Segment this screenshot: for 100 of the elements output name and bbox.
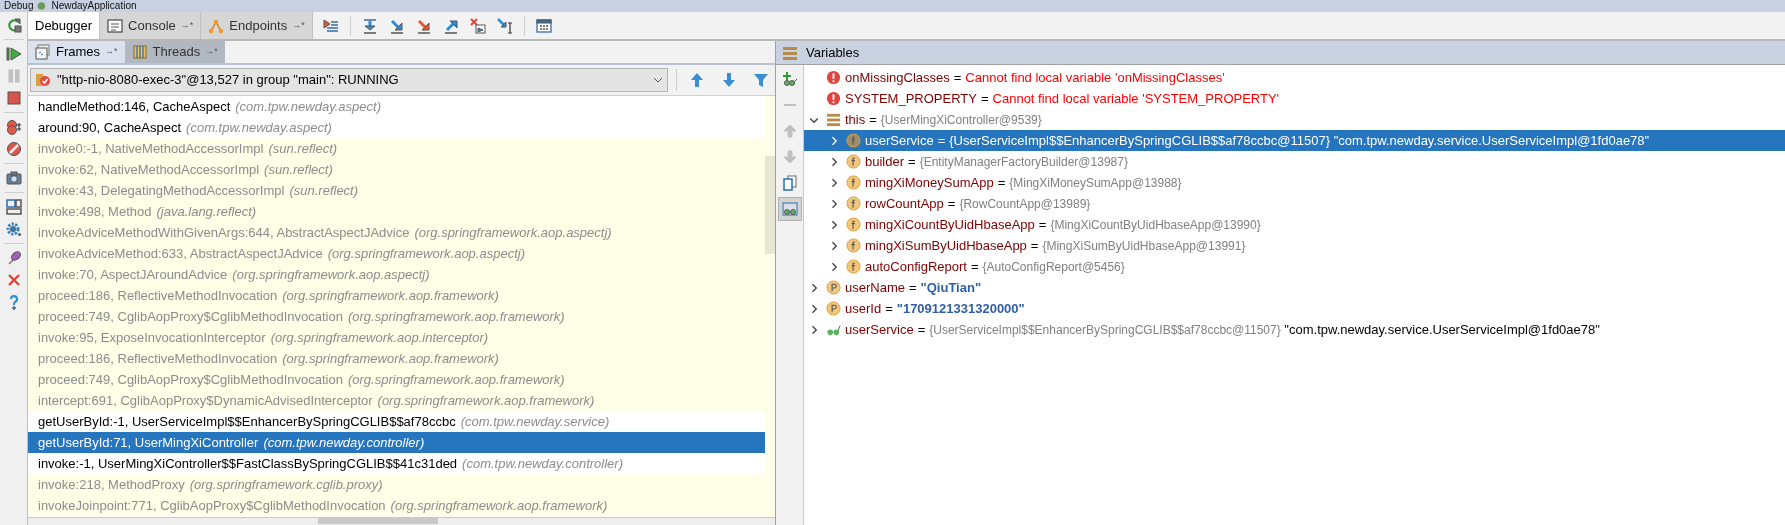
breakpoints-icon[interactable]	[5, 119, 22, 135]
frame-package: (com.tpw.newday.controller)	[263, 433, 425, 452]
variable-text: autoConfigReport = {AutoConfigReport@5456}	[865, 257, 1125, 276]
tab[interactable]: Console →*	[100, 12, 202, 39]
frame-package: (org.springframework.aop.framework)	[282, 286, 499, 305]
frame-method: invoke:70, AspectJAroundAdvice	[38, 265, 228, 284]
settings-icon[interactable]	[5, 221, 22, 237]
window-title: NewdayApplication	[51, 0, 137, 12]
add-watch-icon[interactable]	[781, 71, 798, 87]
parameter-icon	[826, 280, 841, 295]
frame-package: (org.springframework.aop.framework)	[282, 349, 499, 368]
camera-icon[interactable]	[5, 170, 22, 186]
variable-row[interactable]: userId = "1709121331320000"	[804, 298, 1785, 319]
frame-method: around:90, CacheAspect	[38, 118, 182, 137]
panel-title: Variables	[806, 43, 860, 62]
variable-text: userService = {UserServiceImpl$$EnhancerBySpringCGLIB$$af78ccbc@11507} "com.tpw.newday.service.UserServiceImpl@1fd0ae78"	[845, 320, 1600, 339]
frame-package: (sun.reflect)	[289, 181, 359, 200]
frame-package: (org.springframework.cglib.proxy)	[189, 475, 383, 494]
tab[interactable]: Endpoints →*	[201, 12, 313, 39]
field-icon	[846, 259, 861, 274]
variable-row[interactable]: onMissingClasses = Cannot find local variable 'onMissingClasses'	[804, 67, 1785, 88]
step-out-icon[interactable]	[442, 17, 459, 34]
frame-package: (org.springframework.aop.interceptor)	[270, 328, 489, 347]
variable-row[interactable]: rowCountApp = {RowCountApp@13989}	[804, 193, 1785, 214]
scrollbar-thumb[interactable]	[318, 518, 438, 524]
force-step-into-icon[interactable]	[415, 17, 432, 34]
variable-row[interactable]: userService = {UserServiceImpl$$EnhancerBySpringCGLIB$$af78ccbc@11507} "com.tpw.newday.service.UserServiceImpl@1fd0ae78"	[804, 319, 1785, 340]
frame-method: invoke:-1, UserMingXiController$$FastClassBySpringCGLIB$$41c31ded	[38, 454, 458, 473]
resume-icon[interactable]	[5, 46, 22, 62]
frame-package: (sun.reflect)	[264, 160, 333, 179]
field-icon	[846, 154, 861, 169]
step-over-icon[interactable]	[361, 17, 378, 34]
variable-text: builder = {EntityManagerFactoryBuilder@13987}	[865, 152, 1128, 171]
mute-breakpoints-icon[interactable]	[5, 141, 22, 157]
close-icon[interactable]	[5, 272, 22, 288]
variables-icon	[782, 44, 798, 61]
tab[interactable]: Debugger	[28, 12, 101, 39]
frame-package: (com.tpw.newday.controller)	[462, 454, 623, 473]
step-into-icon[interactable]	[388, 17, 405, 34]
variable-text: this = {UserMingXiController@9539}	[845, 110, 1042, 129]
run-to-cursor-icon[interactable]	[496, 17, 513, 34]
frame-method: getUserById:71, UserMingXiController	[38, 433, 259, 452]
layout-icon[interactable]	[5, 199, 22, 215]
frame-method: proceed:186, ReflectiveMethodInvocation	[38, 286, 278, 305]
variable-text: rowCountApp = {RowCountApp@13989}	[865, 194, 1091, 213]
frame-method: invoke:498, Method	[38, 202, 152, 221]
frame-package: (com.tpw.newday.aspect)	[186, 118, 332, 137]
copy-icon[interactable]	[781, 175, 798, 191]
rerun-icon[interactable]	[5, 17, 22, 33]
frame-package: (org.springframework.aop.aspectj)	[232, 265, 430, 284]
variable-text: userService = {UserServiceImpl$$EnhancerBySpringCGLIB$$af78ccbc@11507} "com.tpw.newday.service.UserServiceImpl@1fd0ae78"	[865, 131, 1650, 150]
frame-package: (com.tpw.newday.service)	[460, 412, 610, 431]
calculator-icon[interactable]	[535, 17, 552, 34]
console-icon	[107, 17, 124, 34]
error-icon	[826, 70, 841, 85]
frame-method: invokeJoinpoint:771, CglibAopProxy$CglibMethodInvocation	[38, 496, 386, 515]
field-icon	[846, 133, 861, 148]
frame-method: proceed:749, CglibAopProxy$CglibMethodInvocation	[38, 307, 343, 326]
frame-package: (java.lang.reflect)	[156, 202, 257, 221]
filter-icon[interactable]	[753, 72, 769, 88]
variable-text: mingXiSumByUidHbaseApp = {MingXiSumByUidHbaseApp@13991}	[865, 236, 1246, 255]
variable-row[interactable]: mingXiMoneySumApp = {MingXiMoneySumApp@13988}	[804, 172, 1785, 193]
tab[interactable]: Threads →*	[124, 41, 225, 63]
frame-method: proceed:186, ReflectiveMethodInvocation	[38, 349, 278, 368]
frame-package: (sun.reflect)	[268, 139, 338, 158]
variable-row[interactable]: autoConfigReport = {AutoConfigReport@5456}	[804, 256, 1785, 277]
drop-frame-icon[interactable]	[469, 17, 486, 34]
frame-method: invokeAdviceMethod:633, AbstractAspectJAdvice	[38, 244, 323, 263]
error-icon	[826, 91, 841, 106]
threads-icon	[131, 44, 148, 60]
frame-package: (org.springframework.aop.framework)	[390, 496, 608, 515]
thread-icon	[35, 72, 51, 88]
variable-row[interactable]: mingXiCountByUidHbaseApp = {MingXiCountByUidHbaseApp@13990}	[804, 214, 1785, 235]
arrow-down-icon[interactable]	[721, 72, 737, 88]
frame-method: proceed:749, CglibAopProxy$CglibMethodInvocation	[38, 370, 343, 389]
frame-method: invoke:62, NativeMethodAccessorImpl	[38, 160, 260, 179]
frame-package: (org.springframework.aop.aspectj)	[327, 244, 525, 263]
frame-method: intercept:691, CglibAopProxy$DynamicAdvisedInterceptor	[38, 391, 373, 410]
variable-row[interactable]: SYSTEM_PROPERTY = Cannot find local variable 'SYSTEM_PROPERTY'	[804, 88, 1785, 109]
variable-row[interactable]: userName = "QiuTian"	[804, 277, 1785, 298]
variable-text: mingXiMoneySumApp = {MingXiMoneySumApp@13988}	[865, 173, 1182, 192]
execution-point-icon[interactable]	[322, 17, 339, 34]
watches-icon[interactable]	[781, 201, 798, 217]
object-icon	[826, 112, 841, 127]
variable-row[interactable]: builder = {EntityManagerFactoryBuilder@13987}	[804, 151, 1785, 172]
frame-package: (org.springframework.aop.aspectj)	[414, 223, 612, 242]
variable-row[interactable]: userService = {UserServiceImpl$$EnhancerBySpringCGLIB$$af78ccbc@11507} "com.tpw.newday.service.UserServiceImpl@1fd0ae78"	[804, 130, 1785, 151]
frame-package: (org.springframework.aop.framework)	[377, 391, 595, 410]
frame-row[interactable]: getUserById:71, UserMingXiController (com.tpw.newday.controller)	[28, 432, 765, 453]
stop-icon[interactable]	[5, 90, 22, 106]
frame-method: invoke:43, DelegatingMethodAccessorImpl	[38, 181, 285, 200]
scrollbar-thumb[interactable]	[765, 156, 775, 254]
field-icon	[846, 175, 861, 190]
variable-text: mingXiCountByUidHbaseApp = {MingXiCountByUidHbaseApp@13990}	[865, 215, 1261, 234]
arrow-up-icon[interactable]	[689, 72, 705, 88]
variable-row[interactable]: mingXiSumByUidHbaseApp = {MingXiSumByUidHbaseApp@13991}	[804, 235, 1785, 256]
field-icon	[846, 238, 861, 253]
thread-dropdown[interactable]: "http-nio-8080-exec-3"@13,527 in group "main": RUNNING	[30, 68, 668, 92]
tab[interactable]: Frames →*	[28, 41, 125, 63]
variable-row[interactable]: this = {UserMingXiController@9539}	[804, 109, 1785, 130]
